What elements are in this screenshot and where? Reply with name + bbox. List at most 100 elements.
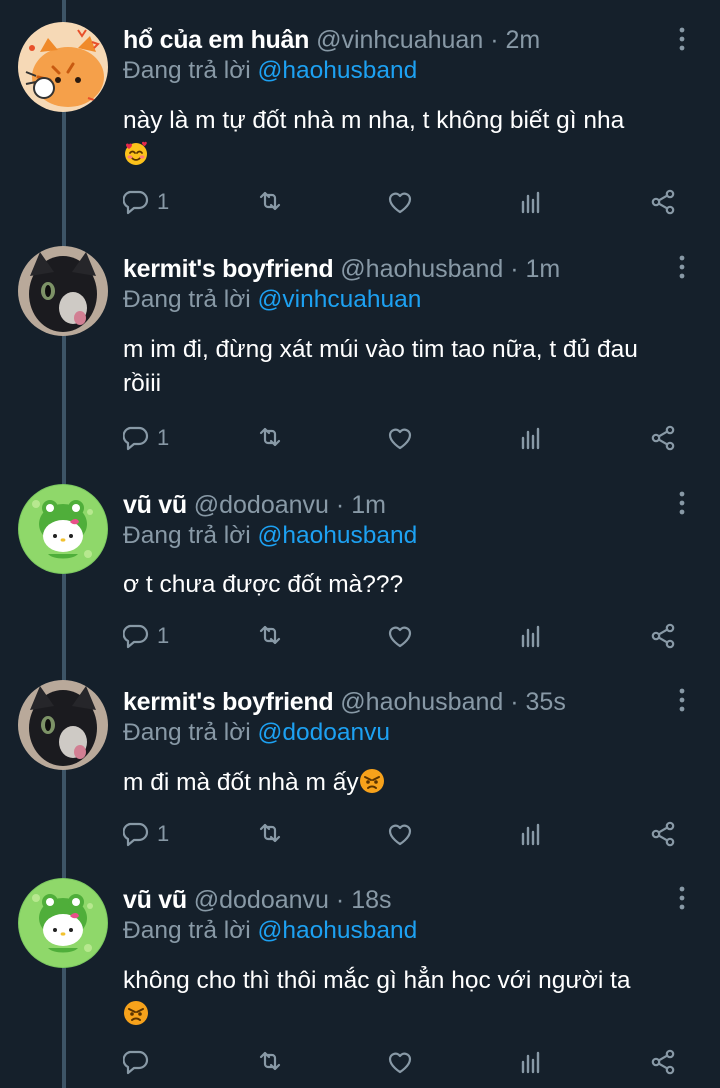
- mention-link[interactable]: @haohusband: [258, 917, 418, 944]
- more-options-icon[interactable]: [672, 26, 692, 52]
- separator-dot: ·: [335, 491, 345, 519]
- share-action[interactable]: [649, 1042, 677, 1082]
- avatar[interactable]: [18, 680, 108, 770]
- analytics-action[interactable]: [517, 1042, 545, 1082]
- reply-action[interactable]: 1: [123, 814, 169, 854]
- more-options-icon[interactable]: [672, 687, 692, 713]
- avatar[interactable]: [18, 246, 108, 336]
- mention-link[interactable]: @haohusband: [258, 57, 418, 84]
- angry-face-icon: [358, 768, 385, 794]
- display-name[interactable]: hổ của em huân: [123, 26, 309, 54]
- analytics-icon: [521, 427, 540, 450]
- tweet[interactable]: hổ của em huân @vinhcuahuan · 2m Đang tr…: [0, 22, 720, 222]
- analytics-icon: [521, 823, 540, 846]
- tweet-text-line: không cho thì thôi mắc gì hẳn học với ng…: [123, 967, 631, 994]
- tweet-actions: 1: [123, 418, 683, 458]
- retweet-action[interactable]: [256, 182, 284, 222]
- tweet-text-line: này là m tự đốt nhà m nha, t không biết …: [123, 107, 625, 134]
- heart-icon: [388, 428, 412, 450]
- tweet-text-line: m đi mà đốt nhà m ấy: [123, 769, 359, 796]
- like-action[interactable]: [386, 1042, 414, 1082]
- retweet-action[interactable]: [256, 418, 284, 458]
- mention-link[interactable]: @dodoanvu: [258, 719, 391, 746]
- share-icon: [651, 189, 675, 215]
- retweet-icon: [259, 427, 281, 447]
- replying-to: Đang trả lời @vinhcuahuan: [123, 284, 421, 316]
- share-action[interactable]: [649, 182, 677, 222]
- avatar[interactable]: [18, 22, 108, 112]
- display-name[interactable]: vũ vũ: [123, 886, 187, 914]
- tweet-header: kermit's boyfriend @haohusband · 1m: [123, 252, 560, 286]
- reply-icon: [123, 822, 149, 847]
- tweet-actions: 1: [123, 616, 683, 656]
- reply-icon: [123, 426, 149, 451]
- replying-to-label: Đang trả lời: [123, 719, 251, 746]
- tweet[interactable]: vũ vũ @dodoanvu · 1m Đang trả lời @haohu…: [0, 484, 720, 664]
- avatar[interactable]: [18, 878, 108, 968]
- timestamp[interactable]: 1m: [526, 255, 561, 283]
- replying-to: Đang trả lời @haohusband: [123, 915, 417, 947]
- heart-icon: [388, 192, 412, 214]
- tweet[interactable]: kermit's boyfriend @haohusband · 35s Đan…: [0, 680, 720, 860]
- reply-count: 1: [157, 623, 170, 648]
- reply-count: 1: [157, 189, 170, 214]
- share-icon: [651, 623, 675, 649]
- user-handle[interactable]: @haohusband: [340, 688, 503, 716]
- timestamp[interactable]: 1m: [351, 491, 386, 519]
- display-name[interactable]: kermit's boyfriend: [123, 255, 334, 283]
- reply-action[interactable]: 1: [123, 616, 169, 656]
- display-name[interactable]: kermit's boyfriend: [123, 688, 334, 716]
- heart-icon: [388, 626, 412, 648]
- more-options-icon[interactable]: [672, 885, 692, 911]
- share-icon: [651, 1049, 675, 1075]
- tweet-text-line: m im đi, đừng xát múi vào tim tao nữa, t…: [123, 336, 638, 363]
- separator-dot: ·: [510, 688, 519, 716]
- user-handle[interactable]: @vinhcuahuan: [316, 26, 483, 54]
- separator-dot: ·: [510, 255, 519, 283]
- user-handle[interactable]: @dodoanvu: [194, 491, 329, 519]
- reply-action[interactable]: 1: [123, 418, 169, 458]
- analytics-action[interactable]: [517, 418, 545, 458]
- timestamp[interactable]: 18s: [351, 886, 391, 914]
- reply-icon: [123, 190, 149, 215]
- more-options-icon[interactable]: [672, 490, 692, 516]
- analytics-action[interactable]: [517, 814, 545, 854]
- analytics-action[interactable]: [517, 182, 545, 222]
- analytics-icon: [521, 191, 540, 214]
- share-action[interactable]: [649, 418, 677, 458]
- retweet-icon: [259, 625, 281, 645]
- analytics-action[interactable]: [517, 616, 545, 656]
- mention-link[interactable]: @haohusband: [258, 522, 418, 549]
- replying-to: Đang trả lời @dodoanvu: [123, 717, 390, 749]
- retweet-action[interactable]: [256, 814, 284, 854]
- retweet-action[interactable]: [256, 616, 284, 656]
- reply-action[interactable]: 1: [123, 182, 169, 222]
- user-handle[interactable]: @dodoanvu: [194, 886, 329, 914]
- more-options-icon[interactable]: [672, 254, 692, 280]
- timestamp[interactable]: 2m: [505, 26, 540, 54]
- avatar[interactable]: [18, 484, 108, 574]
- like-action[interactable]: [386, 182, 414, 222]
- like-action[interactable]: [386, 616, 414, 656]
- display-name[interactable]: vũ vũ: [123, 491, 187, 519]
- retweet-icon: [259, 823, 281, 843]
- reply-action[interactable]: [123, 1042, 157, 1082]
- tweet-header: kermit's boyfriend @haohusband · 35s: [123, 685, 566, 719]
- share-action[interactable]: [649, 616, 677, 656]
- heart-icon: [388, 1052, 412, 1074]
- like-action[interactable]: [386, 814, 414, 854]
- timestamp[interactable]: 35s: [526, 688, 566, 716]
- tweet[interactable]: kermit's boyfriend @haohusband · 1m Đang…: [0, 246, 720, 472]
- heart-icon: [388, 824, 412, 846]
- retweet-icon: [259, 1051, 281, 1071]
- replying-to: Đang trả lời @haohusband: [123, 520, 417, 552]
- analytics-icon: [521, 1051, 540, 1074]
- tweet-text-line: ơ t chưa được đốt mà???: [123, 571, 404, 598]
- tweet-header: hổ của em huân @vinhcuahuan · 2m: [123, 23, 540, 57]
- mention-link[interactable]: @vinhcuahuan: [258, 286, 422, 313]
- user-handle[interactable]: @haohusband: [340, 255, 503, 283]
- like-action[interactable]: [386, 418, 414, 458]
- tweet[interactable]: vũ vũ @dodoanvu · 18s Đang trả lời @haoh…: [0, 878, 720, 1088]
- share-action[interactable]: [649, 814, 677, 854]
- retweet-action[interactable]: [256, 1042, 284, 1082]
